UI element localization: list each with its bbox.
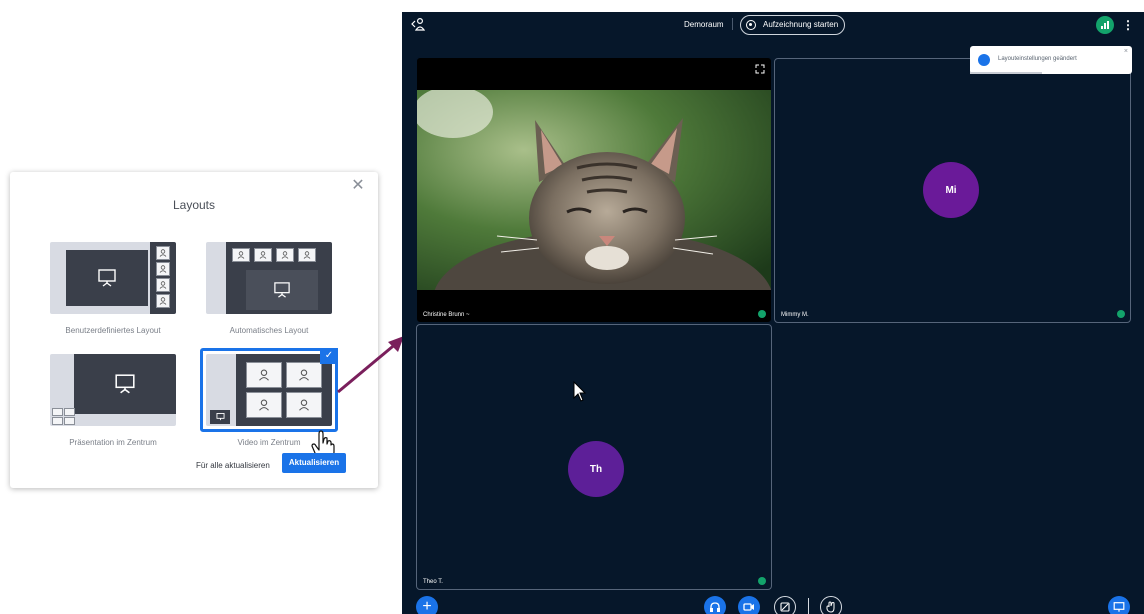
headset-icon: [710, 602, 720, 612]
raise-hand-button[interactable]: [820, 596, 842, 614]
audio-status-icon: [758, 577, 766, 585]
settings-icon: [978, 54, 990, 66]
user-icon: [298, 248, 316, 262]
top-bar: Demoraum Aufzeichnung starten ⋮: [402, 12, 1144, 38]
user-icon: [52, 417, 63, 425]
layout-option-automatic[interactable]: [206, 242, 332, 314]
screenshot: ✕ Layouts Benutzerdefiniertes Layout Aut: [0, 0, 1144, 614]
actions-plus-button[interactable]: +: [416, 596, 438, 614]
start-recording-label: Aufzeichnung starten: [763, 20, 839, 29]
presentation-icon: [66, 250, 148, 306]
user-icon: [246, 362, 282, 388]
layout-label-custom: Benutzerdefiniertes Layout: [65, 326, 161, 335]
toast-message: Layouteinstellungen geändert: [998, 56, 1077, 62]
divider: [732, 18, 733, 30]
users-icon[interactable]: [410, 17, 426, 31]
avatar: Th: [568, 441, 624, 497]
user-icon: [232, 248, 250, 262]
user-icon: [156, 278, 170, 292]
meeting-window: Demoraum Aufzeichnung starten ⋮ Christin…: [402, 12, 1144, 614]
screenshare-button[interactable]: [774, 596, 796, 614]
video-tile-christine[interactable]: Christine Brunn ~: [416, 57, 772, 323]
presentation-icon: [246, 270, 318, 310]
user-icon: [156, 246, 170, 260]
participant-name: Theo T.: [423, 579, 443, 585]
presentation-icon: [74, 354, 176, 414]
fullscreen-icon[interactable]: [755, 64, 765, 74]
layout-preview: [206, 354, 332, 426]
dialog-title: Layouts: [172, 198, 216, 212]
mouse-pointer-icon: [573, 381, 587, 402]
audio-status-icon: [758, 310, 766, 318]
update-button[interactable]: Aktualisieren: [282, 453, 346, 473]
user-icon: [52, 408, 63, 416]
user-icon: [156, 294, 170, 308]
layout-option-presentation-focus[interactable]: [50, 354, 176, 426]
video-tile-mimmy[interactable]: Mi Mimmy M.: [774, 58, 1131, 323]
user-icon: [254, 248, 272, 262]
presentation-icon: [1113, 601, 1125, 612]
user-icon: [64, 417, 75, 425]
connection-status-icon[interactable]: [1096, 16, 1114, 34]
participant-name: Christine Brunn ~: [423, 312, 470, 318]
close-icon[interactable]: ✕: [350, 178, 366, 194]
presentation-button[interactable]: [1108, 596, 1130, 614]
start-recording-button[interactable]: Aufzeichnung starten: [740, 15, 846, 35]
toast-progress: [970, 72, 1042, 74]
record-icon: [746, 20, 756, 30]
participant-video: [417, 90, 771, 290]
user-icon: [64, 408, 75, 416]
arrow-icon: [337, 336, 404, 394]
layout-option-video-focus[interactable]: ✓: [200, 348, 338, 432]
audio-status-icon: [1117, 310, 1125, 318]
user-icon: [156, 262, 170, 276]
room-name: Demoraum: [684, 20, 724, 29]
presentation-icon: [210, 410, 230, 424]
video-tile-theo[interactable]: Th Theo T.: [416, 324, 772, 590]
close-icon[interactable]: ×: [1124, 48, 1128, 55]
layout-option-custom[interactable]: [50, 242, 176, 314]
avatar: Mi: [923, 162, 979, 218]
user-icon: [246, 392, 282, 418]
divider: [808, 598, 809, 614]
headset-button[interactable]: [704, 596, 726, 614]
video-camera-icon: [743, 603, 754, 611]
user-icon: [286, 392, 322, 418]
camera-button[interactable]: [738, 596, 760, 614]
user-icon: [286, 362, 322, 388]
action-bar: +: [402, 596, 1144, 614]
user-icon: [276, 248, 294, 262]
more-options-icon[interactable]: ⋮: [1122, 17, 1134, 33]
layout-label-automatic: Automatisches Layout: [229, 326, 309, 335]
update-all-button[interactable]: Für alle aktualisieren: [196, 461, 270, 470]
notification-toast: Layouteinstellungen geändert ×: [970, 46, 1132, 74]
participant-name: Mimmy M.: [781, 312, 809, 318]
layout-label-presentation-focus: Präsentation im Zentrum: [69, 438, 157, 447]
layouts-dialog: ✕ Layouts Benutzerdefiniertes Layout Aut: [10, 172, 378, 488]
screen-share-off-icon: [780, 602, 790, 612]
hand-icon: [826, 601, 835, 613]
